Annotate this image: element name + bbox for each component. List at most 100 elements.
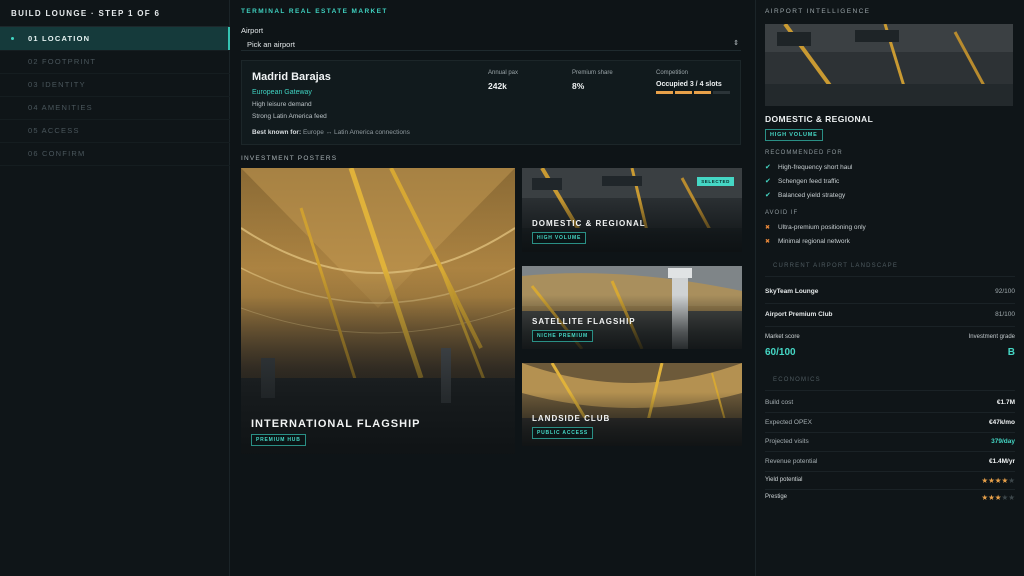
active-dot-icon: [11, 37, 14, 40]
airport-select-value: Pick an airport: [247, 40, 295, 49]
poster-tag: PUBLIC ACCESS: [532, 427, 594, 439]
economics-value: €1.4M/yr: [988, 458, 1015, 465]
airport-summary-card: Madrid Barajas European Gateway High lei…: [241, 60, 741, 145]
poster-landside-club[interactable]: LANDSIDE CLUB PUBLIC ACCESS: [522, 363, 742, 446]
stat-value: 242k: [488, 81, 507, 91]
prestige-stars: ★★★★★: [981, 493, 1015, 502]
intel-preview-image: [765, 24, 1013, 106]
poster-tag: NICHE PREMIUM: [532, 330, 593, 342]
divider: [0, 165, 230, 166]
star-icon: ★: [988, 493, 995, 502]
poster-title: SATELLITE FLAGSHIP: [532, 317, 636, 326]
divider: [765, 303, 1015, 304]
selected-badge: SELECTED: [697, 177, 734, 186]
competitor-name: Airport Premium Club: [765, 311, 833, 318]
poster-domestic-regional[interactable]: SELECTED DOMESTIC & REGIONAL HIGH VOLUME: [522, 168, 742, 252]
economics-value: €1.7M: [996, 399, 1015, 406]
divider: [765, 471, 1015, 472]
wizard-sidebar: BUILD LOUNGE · STEP 1 OF 6 01 LOCATION 0…: [0, 0, 230, 576]
avoid-heading: AVOID IF: [765, 210, 799, 216]
avoid-item: ✖ Ultra-premium positioning only: [765, 224, 866, 231]
best-known-for: Best known for: Europe ↔ Latin America c…: [252, 129, 410, 136]
recommended-item: ✔ Schengen feed traffic: [765, 177, 839, 185]
step-label: 02 FOOTPRINT: [28, 57, 97, 66]
departures-hall-image: [765, 24, 1013, 106]
economics-row: Expected OPEX €47k/mo: [765, 419, 1015, 431]
step-label: 01 LOCATION: [28, 34, 91, 43]
step-label: 05 ACCESS: [28, 126, 80, 135]
recommended-heading: RECOMMENDED FOR: [765, 150, 843, 156]
airport-name: Madrid Barajas: [252, 71, 331, 83]
stat-annual-pax: Annual pax 242k: [488, 70, 518, 91]
step-identity[interactable]: 03 IDENTITY: [0, 73, 230, 96]
economics-label: Expected OPEX: [765, 419, 812, 426]
avoid-text: Minimal regional network: [778, 238, 850, 245]
stat-label: Competition: [656, 70, 689, 76]
step-label: 06 CONFIRM: [28, 149, 86, 158]
divider: [765, 489, 1015, 490]
check-icon: ✔: [765, 192, 771, 199]
investment-grade-value: B: [1007, 347, 1015, 358]
economics-row: Build cost €1.7M: [765, 399, 1015, 411]
step-access[interactable]: 05 ACCESS: [0, 119, 230, 142]
avoid-text: Ultra-premium positioning only: [778, 224, 866, 231]
airport-subtitle: European Gateway: [252, 89, 312, 96]
cross-icon: ✖: [765, 225, 771, 231]
market-score-label: Market score: [765, 334, 800, 340]
section-title: TERMINAL REAL ESTATE MARKET: [241, 8, 388, 15]
poster-satellite-flagship[interactable]: SATELLITE FLAGSHIP NICHE PREMIUM: [522, 266, 742, 349]
competitor-row: SkyTeam Lounge 92/100: [765, 288, 1015, 300]
updown-chevron-icon: ⇕: [733, 40, 739, 47]
score-values-row: 60/100 B: [765, 347, 1015, 363]
poster-international-flagship[interactable]: INTERNATIONAL FLAGSHIP PREMIUM HUB: [241, 168, 515, 454]
step-confirm[interactable]: 06 CONFIRM: [0, 142, 230, 165]
poster-title: LANDSIDE CLUB: [532, 414, 611, 423]
prestige-row: Prestige ★★★★★: [765, 493, 1015, 506]
economics-value: 379/day: [991, 438, 1015, 445]
step-footprint[interactable]: 02 FOOTPRINT: [0, 50, 230, 73]
divider: [765, 412, 1015, 413]
recommended-item: ✔ High-frequency short haul: [765, 163, 852, 171]
star-icon: ★: [988, 476, 995, 485]
slot-bar: [694, 91, 711, 94]
step-amenities[interactable]: 04 AMENITIES: [0, 96, 230, 119]
step-location[interactable]: 01 LOCATION: [0, 27, 230, 50]
airport-select[interactable]: Pick an airport ⇕: [241, 38, 741, 51]
intel-title: DOMESTIC & REGIONAL: [765, 114, 874, 124]
poster-title: DOMESTIC & REGIONAL: [532, 219, 646, 228]
competition-slot-bars: [656, 91, 730, 94]
wizard-title: BUILD LOUNGE · STEP 1 OF 6: [11, 9, 161, 18]
economics-row: Projected visits 379/day: [765, 438, 1015, 450]
competitor-score: 81/100: [995, 311, 1015, 318]
airport-note: High leisure demand: [252, 101, 312, 108]
recommended-text: Schengen feed traffic: [778, 178, 840, 185]
stat-premium-share: Premium share 8%: [572, 70, 613, 91]
poster-title: INTERNATIONAL FLAGSHIP: [251, 418, 421, 430]
yield-label: Yield potential: [765, 477, 803, 483]
avoid-item: ✖ Minimal regional network: [765, 238, 850, 245]
recommended-item: ✔ Balanced yield strategy: [765, 191, 845, 199]
check-icon: ✔: [765, 164, 771, 171]
stat-value: 8%: [572, 81, 585, 91]
slot-bar: [656, 91, 673, 94]
score-labels-row: Market score Investment grade: [765, 334, 1015, 346]
stat-label: Premium share: [572, 70, 613, 76]
divider: [765, 326, 1015, 327]
prestige-label: Prestige: [765, 494, 788, 500]
star-icon: ★: [994, 493, 1002, 502]
airport-intelligence-panel: AIRPORT INTELLIGENCE DOMESTIC & REGIONAL…: [755, 0, 1024, 576]
stat-value: Occupied 3 / 4 slots: [656, 81, 722, 88]
stat-label: Annual pax: [488, 70, 519, 76]
airport-note: Strong Latin America feed: [252, 113, 327, 120]
cross-icon: ✖: [765, 239, 771, 245]
economics-row: Revenue potential €1.4M/yr: [765, 458, 1015, 470]
slot-bar: [713, 91, 730, 94]
yield-row: Yield potential ★★★★★: [765, 476, 1015, 489]
competitor-name: SkyTeam Lounge: [765, 288, 819, 295]
intel-tag: HIGH VOLUME: [765, 129, 823, 141]
check-icon: ✔: [765, 178, 771, 185]
divider: [765, 390, 1015, 391]
airport-field-label: Airport: [241, 26, 264, 35]
posters-heading: INVESTMENT POSTERS: [241, 155, 338, 162]
star-icon: ★: [1008, 476, 1015, 485]
